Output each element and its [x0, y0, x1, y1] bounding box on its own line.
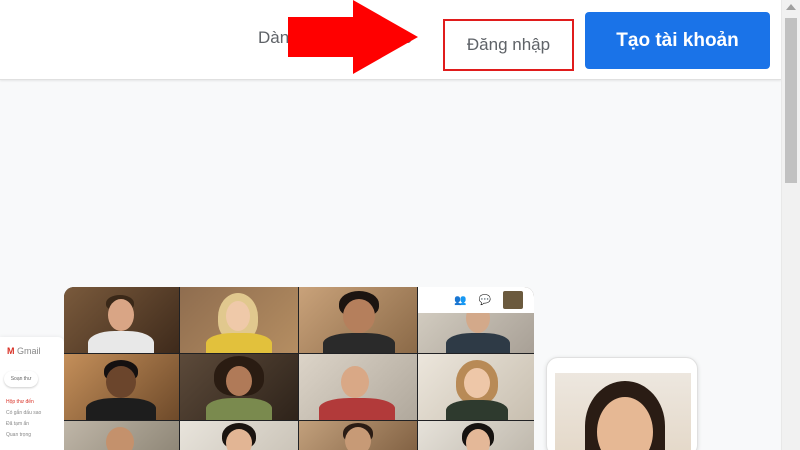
sign-in-link[interactable]: Đăng nhập: [443, 19, 574, 71]
create-account-button[interactable]: Tạo tài khoản: [585, 12, 770, 69]
gmail-item-starred: Có gắn dấu sao: [6, 410, 42, 416]
participant-tile: [180, 287, 298, 353]
scrollbar-thumb[interactable]: [785, 18, 797, 183]
participant-tile: [418, 354, 534, 420]
phone-preview: [546, 357, 698, 450]
scroll-up-arrow-icon[interactable]: [786, 4, 796, 10]
gmail-item-inbox: Hộp thư đến: [6, 399, 34, 405]
participant-tile: [64, 354, 179, 420]
red-arrow-annotation: [288, 0, 418, 74]
gmail-preview-panel: M Gmail Soạn thư Hộp thư đến Có gắn dấu …: [0, 337, 64, 450]
gmail-logo: M Gmail: [7, 346, 41, 356]
participant-tile: [180, 354, 298, 420]
participant-tile: [64, 421, 179, 450]
participant-tile: [299, 421, 417, 450]
compose-button: Soạn thư: [4, 371, 38, 387]
participant-tile: [180, 421, 298, 450]
video-meeting-grid: 👥 💬: [64, 287, 534, 450]
phone-video-screen: [555, 373, 691, 450]
participant-tile: [64, 287, 179, 353]
chat-icon[interactable]: 💬: [478, 295, 490, 306]
participant-tile: [299, 287, 417, 353]
self-view-icon[interactable]: [502, 291, 523, 309]
meeting-toolbar: 👥 💬: [418, 287, 534, 313]
participant-tile: [299, 354, 417, 420]
gmail-item-snoozed: Đã tạm ẩn: [6, 421, 30, 427]
participant-tile: [418, 421, 534, 450]
gmail-item-important: Quan trọng: [6, 432, 32, 438]
nav-link[interactable]: Dàn: [258, 28, 289, 48]
vertical-scrollbar[interactable]: [781, 0, 800, 450]
people-icon[interactable]: 👥: [454, 295, 466, 306]
